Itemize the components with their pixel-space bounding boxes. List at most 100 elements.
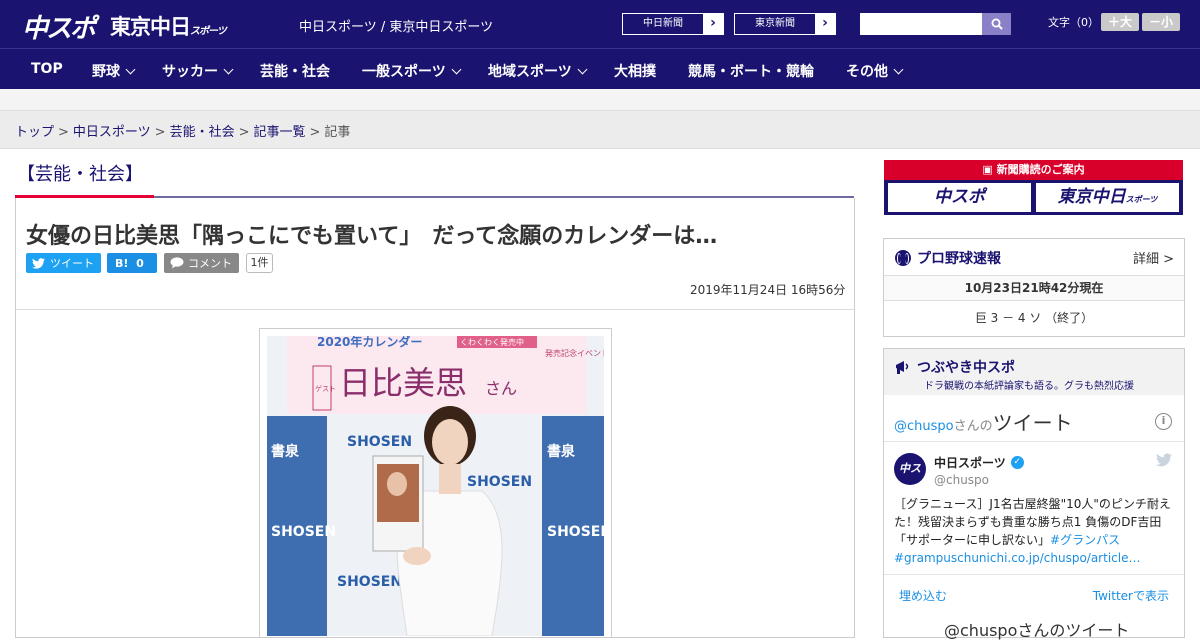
megaphone-icon [896, 361, 909, 374]
nav-item-soccer[interactable]: サッカー [162, 61, 234, 81]
article-date: 2019年11月24日 16時56分 [690, 283, 846, 297]
breadcrumb-link-top[interactable]: トップ [15, 125, 54, 140]
main-nav: TOP 野球 サッカー 芸能・社会 一般スポーツ 地域スポーツ 大相撲 競馬・ボ… [0, 48, 1200, 89]
nav-label: その他 [846, 64, 888, 80]
subscribe-tokyo-small: スポーツ [1125, 195, 1158, 204]
twitter-handle: @chuspo [894, 419, 954, 434]
verified-check-icon: ✓ [1010, 456, 1024, 469]
chuspo-logo[interactable]: 中スポ [22, 8, 96, 45]
nav-item-other[interactable]: その他 [846, 61, 904, 81]
twitter-widget-title: つぶやき中スポ [894, 357, 1015, 377]
subscribe-chuspo-logo[interactable]: 中スポ [888, 183, 1031, 212]
hatena-icon: B! [115, 256, 129, 270]
comment-button[interactable]: コメント [164, 253, 239, 273]
tweet-hashtag[interactable]: #grampus [894, 551, 957, 565]
twitter-bottom-heading: @chuspoさんのツイート [944, 621, 1130, 640]
twitter-bird-icon [32, 257, 45, 269]
search-icon [991, 18, 1003, 30]
tweet-button[interactable]: ツイート [26, 253, 101, 273]
photo-banner-text: 2020年カレンダー [317, 336, 422, 349]
tweet-hashtag[interactable]: #グランパス [1050, 533, 1120, 547]
tweet-author-name[interactable]: 中日スポーツ ✓ [934, 454, 1024, 471]
backdrop-text: SHOSEN [547, 524, 604, 540]
twitter-widget-header: つぶやき中スポ ドラ観戦の本紙評論家も語る。グラも熱烈応援 [884, 349, 1184, 395]
chevron-right-icon: › [703, 14, 723, 34]
nav-item-baseball[interactable]: 野球 [92, 61, 136, 81]
subscription-banner[interactable]: ▣ 新聞購読のご案内 中スポ 東京中日スポーツ [884, 160, 1183, 215]
tokyo-shimbun-link[interactable]: 東京新聞 › [734, 13, 836, 35]
hatena-count: 0 [136, 256, 144, 270]
breadcrumb-link-entertainment[interactable]: 芸能・社会 [170, 125, 235, 140]
chunichi-shimbun-link[interactable]: 中日新聞 › [622, 13, 724, 35]
breadcrumb-separator: > [154, 125, 166, 140]
subscription-header-label: 新聞購読のご案内 [996, 163, 1085, 176]
view-on-twitter-link[interactable]: Twitterで表示 [1093, 587, 1169, 604]
nav-item-general-sports[interactable]: 一般スポーツ [362, 61, 462, 81]
nav-label: TOP [31, 61, 63, 77]
subscribe-tokyo-logo[interactable]: 東京中日スポーツ [1036, 183, 1179, 212]
nav-label: 地域スポーツ [488, 64, 572, 80]
tokyo-logo-text: 東京中日 [110, 15, 191, 39]
nav-label: 大相撲 [614, 64, 656, 80]
nav-label: 野球 [92, 64, 120, 80]
score-detail-link[interactable]: 詳細 > [1133, 248, 1174, 267]
photo-illustration: 書泉 SHOSEN 書泉 SHOSEN SHOSEN SHOSEN SHOSEN… [267, 336, 604, 636]
search-button[interactable] [982, 13, 1011, 35]
nav-label: 競馬・ボート・競輪 [688, 64, 814, 80]
chevron-down-icon [451, 64, 462, 75]
backdrop-text: SHOSEN [271, 524, 336, 540]
tweet-body: ［グラニュース］J1名古屋終盤"10人"のピンチ耐えた！残留決まらずも貴重な勝ち… [894, 497, 1171, 547]
font-size-label: 文字（0） [1048, 16, 1099, 29]
backdrop-text: SHOSEN [347, 434, 412, 450]
tweet-link[interactable]: chunichi.co.jp/chuspo/article… [957, 551, 1140, 565]
font-size-down-button[interactable]: －小 [1142, 13, 1180, 31]
search-input[interactable] [860, 13, 982, 35]
breadcrumb: トップ > 中日スポーツ > 芸能・社会 > 記事一覧 > 記事 [15, 121, 350, 140]
tweet-text: ［グラニュース］J1名古屋終盤"10人"のピンチ耐えた！残留決まらずも貴重な勝ち… [894, 495, 1179, 567]
twitter-bird-icon[interactable] [1156, 453, 1172, 467]
article-headline: 女優の日比美思「隅っこにでも置いて」 だって念願のカレンダーは… [26, 224, 718, 249]
twitter-timeline-heading[interactable]: @chuspoさんのツイート [894, 407, 1073, 436]
chevron-down-icon [223, 64, 234, 75]
chevron-right-icon: › [815, 14, 835, 34]
tokyo-logo-small: スポーツ [190, 26, 227, 37]
nav-item-entertainment[interactable]: 芸能・社会 [260, 61, 330, 81]
backdrop-text: 書泉 [271, 443, 300, 460]
breadcrumb-current: 記事 [324, 125, 351, 140]
backdrop-text: SHOSEN [337, 574, 402, 590]
embed-link[interactable]: 埋め込む [899, 587, 947, 604]
hatena-bookmark-button[interactable]: B! 0 [107, 253, 157, 273]
site-names: 中日スポーツ / 東京中日スポーツ [299, 20, 494, 35]
twitter-widget-title-label: つぶやき中スポ [917, 360, 1015, 376]
score-game-result[interactable]: 巨 3 － 4 ソ （終了） [884, 309, 1184, 326]
nav-item-local-sports[interactable]: 地域スポーツ [488, 61, 588, 81]
article-divider [16, 309, 854, 310]
nav-item-racing[interactable]: 競馬・ボート・競輪 [688, 61, 814, 81]
photo-tag: くわくわく発売中 [460, 337, 524, 347]
backdrop-text: 書泉 [547, 443, 576, 460]
tokyo-chunichi-logo[interactable]: 東京中日スポーツ [110, 11, 227, 41]
article-photo[interactable]: 書泉 SHOSEN 書泉 SHOSEN SHOSEN SHOSEN SHOSEN… [267, 336, 604, 636]
twitter-widget: つぶやき中スポ ドラ観戦の本紙評論家も語る。グラも熱烈応援 @chuspoさんの… [883, 348, 1185, 640]
avatar[interactable]: 中スポ [894, 453, 926, 507]
breadcrumb-separator: > [58, 125, 69, 140]
comment-count-badge[interactable]: 1件 [246, 253, 273, 273]
subscribe-tokyo-text: 東京中日 [1057, 187, 1126, 207]
tweet-author-id[interactable]: @chuspo [934, 473, 989, 487]
nav-item-top[interactable]: TOP [31, 61, 63, 77]
breadcrumb-link-chunichi-sports[interactable]: 中日スポーツ [73, 125, 151, 140]
info-icon[interactable]: i [1155, 413, 1172, 430]
font-size-up-button[interactable]: ＋大 [1101, 13, 1139, 31]
nav-label: 芸能・社会 [260, 64, 330, 80]
photo-guest-suffix: さん [485, 379, 517, 398]
baseball-score-widget: プロ野球速報 詳細 > 10月23日21時42分現在 巨 3 － 4 ソ （終了… [883, 238, 1185, 337]
chevron-down-icon [125, 64, 136, 75]
score-timestamp: 10月23日21時42分現在 [884, 275, 1184, 301]
nav-item-sumo[interactable]: 大相撲 [614, 61, 656, 81]
ext-link-label: 東京新聞 [755, 18, 795, 29]
nav-label: 一般スポーツ [362, 64, 446, 80]
baseball-icon [895, 250, 911, 266]
photo-guest-label: ゲスト [315, 384, 336, 393]
twitter-widget-subtitle: ドラ観戦の本紙評論家も語る。グラも熱烈応援 [924, 381, 1134, 392]
breadcrumb-link-article-list[interactable]: 記事一覧 [254, 125, 306, 140]
